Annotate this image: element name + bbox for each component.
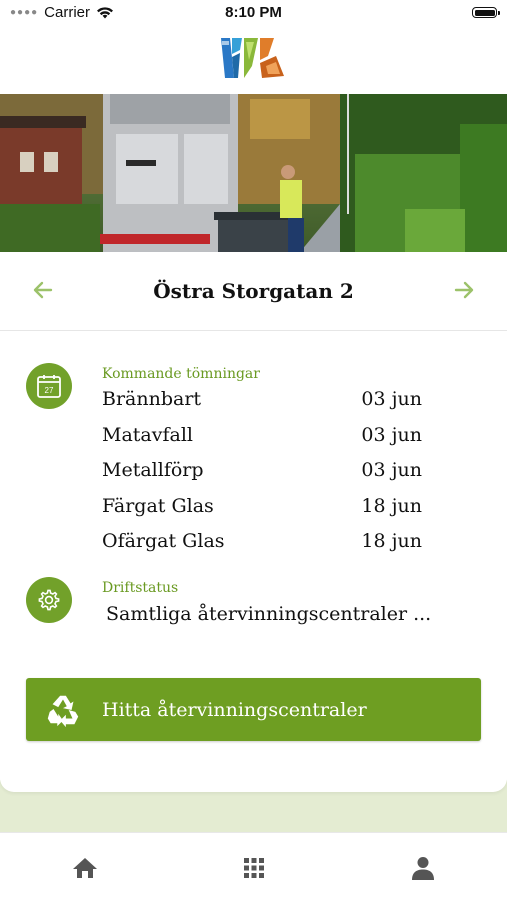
address-row: Östra Storgatan 2 [0, 252, 507, 331]
recycle-icon [47, 695, 79, 727]
find-button-label: Hitta återvinningscentraler [102, 698, 367, 721]
calendar-day: 27 [45, 386, 54, 395]
status-label: Driftstatus [102, 580, 179, 596]
waste-type: Ofärgat Glas [102, 530, 225, 552]
pickup-date: 18 jun [361, 530, 422, 552]
gear-icon [38, 589, 60, 611]
pickup-row: Färgat Glas 18 jun [102, 495, 432, 531]
tab-profile[interactable] [408, 853, 438, 883]
clock: 8:10 PM [225, 4, 282, 21]
tab-menu[interactable] [239, 853, 269, 883]
status-text[interactable]: Samtliga återvinningscentraler ... [106, 603, 431, 625]
pickup-row: Metallförp 03 jun [102, 459, 432, 495]
calendar-icon-badge: 27 [26, 363, 72, 409]
pickup-date: 03 jun [361, 388, 422, 410]
pickup-row: Matavfall 03 jun [102, 424, 432, 460]
grid-icon [244, 858, 264, 878]
tab-bar [0, 832, 507, 901]
tab-home[interactable] [70, 853, 100, 883]
address-title: Östra Storgatan 2 [153, 279, 354, 303]
waste-type: Brännbart [102, 388, 202, 410]
home-icon [73, 858, 97, 878]
arrow-right-icon[interactable] [452, 278, 476, 302]
battery-icon [472, 7, 500, 18]
pickup-date: 03 jun [361, 423, 422, 446]
upcoming-label: Kommande tömningar [102, 366, 260, 382]
pickup-row: Ofärgat Glas 18 jun [102, 530, 432, 566]
status-bar: ●●●● Carrier 8:10 PM [0, 0, 507, 26]
company-logo [221, 38, 284, 78]
waste-type: Färgat Glas [102, 494, 214, 517]
pickup-row: Brännbart 03 jun [102, 388, 432, 424]
waste-type: Matavfall [102, 423, 193, 446]
waste-type: Metallförp [102, 459, 204, 481]
calendar-icon: 27 [37, 375, 61, 398]
find-recycling-centers-button[interactable]: Hitta återvinningscentraler [26, 678, 481, 741]
profile-icon [412, 857, 434, 880]
hero-photo [0, 94, 507, 252]
arrow-left-icon[interactable] [31, 278, 55, 302]
pickup-date: 18 jun [361, 494, 422, 517]
info-card: Östra Storgatan 2 27 Kommande tömningar … [0, 252, 507, 792]
gear-icon-badge [26, 577, 72, 623]
pickup-list: Brännbart 03 jun Matavfall 03 jun Metall… [102, 388, 432, 566]
pickup-date: 03 jun [361, 459, 422, 481]
